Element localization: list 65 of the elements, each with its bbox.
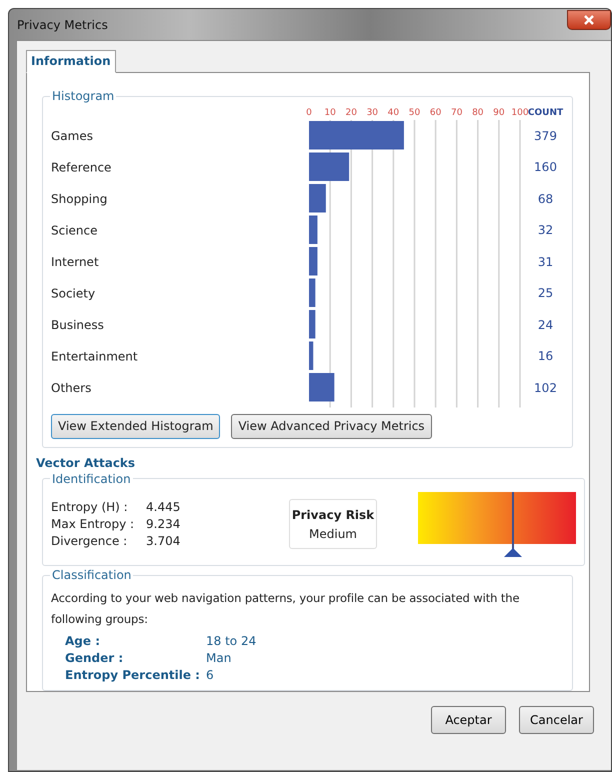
count-value: 102	[533, 380, 558, 397]
group-value: Man	[206, 651, 232, 665]
histogram-bar	[309, 152, 350, 181]
group-title: Histogram	[51, 89, 116, 103]
axis-tick-label: 60	[430, 108, 442, 118]
view-button[interactable]: View Extended Histogram	[51, 414, 220, 438]
description-text: According to your web navigation patterns, your profile can be associated with the following groups:	[51, 590, 520, 628]
category-label: Reference	[51, 160, 112, 174]
category-label: Science	[51, 223, 98, 238]
count-value: 25	[536, 285, 554, 302]
histogram-bar	[309, 216, 318, 244]
group-label: Age :	[65, 634, 101, 648]
risk-value: Medium	[309, 526, 357, 540]
count-value: 379	[533, 128, 558, 145]
risk-title: Privacy Risk	[292, 508, 374, 522]
category-label: Shopping	[51, 192, 108, 206]
histogram-bar	[309, 310, 316, 338]
axis-tick-label: 20	[345, 108, 357, 118]
group-title: Identification	[51, 472, 132, 486]
category-label: Society	[51, 286, 96, 300]
axis-tick-label: 40	[388, 108, 400, 118]
dialog-button[interactable]: Aceptar	[431, 706, 506, 734]
group-title: Classification	[51, 568, 132, 582]
window-title: Privacy Metrics	[17, 18, 108, 32]
axis-tick-label: 100	[511, 108, 529, 118]
count-value: 24	[536, 316, 554, 334]
category-label: Business	[51, 318, 104, 332]
axis-tick-label: 70	[450, 108, 462, 118]
histogram-bar	[309, 247, 318, 276]
metric-value: 4.445	[146, 500, 182, 514]
group-label: Gender :	[65, 651, 124, 665]
category-label: Internet	[51, 254, 99, 269]
histogram-bar	[309, 342, 314, 370]
category-label: Entertainment	[51, 349, 138, 364]
axis-tick-label: 10	[324, 108, 336, 118]
metric-value: 3.704	[146, 534, 182, 548]
metric-label: Entropy (H) :	[51, 500, 129, 514]
axis-tick-label: 30	[366, 108, 378, 118]
dialog-button[interactable]: Cancelar	[519, 706, 594, 734]
group-value: 6	[206, 668, 215, 682]
histogram-bar	[309, 184, 326, 212]
section-title: Vector Attacks	[36, 456, 136, 470]
axis-tick-label: 0	[306, 108, 312, 118]
group-value: 18 to 24	[206, 634, 258, 648]
metric-value: 9.234	[146, 517, 182, 531]
tab[interactable]: Information	[26, 50, 116, 73]
axis-tick-label: 50	[408, 108, 420, 118]
metric-label: Max Entropy :	[51, 517, 136, 531]
close-icon	[584, 14, 594, 24]
view-button[interactable]: View Advanced Privacy Metrics	[231, 414, 432, 438]
axis-tick-label: 90	[493, 108, 505, 118]
category-label: Others	[51, 380, 92, 395]
histogram-bar	[309, 278, 316, 307]
close-button[interactable]	[567, 10, 611, 30]
count-value: 160	[533, 159, 558, 176]
count-value: 32	[536, 222, 554, 240]
axis-tick-label: 80	[472, 108, 484, 118]
count-value: 16	[536, 348, 554, 366]
group-label: Entropy Percentile :	[65, 668, 201, 682]
category-label: Games	[51, 128, 93, 143]
column-header: COUNT	[529, 106, 562, 120]
count-value: 31	[536, 254, 554, 271]
count-value: 68	[536, 190, 554, 208]
metric-label: Divergence :	[51, 534, 128, 548]
histogram-bar	[309, 373, 334, 402]
